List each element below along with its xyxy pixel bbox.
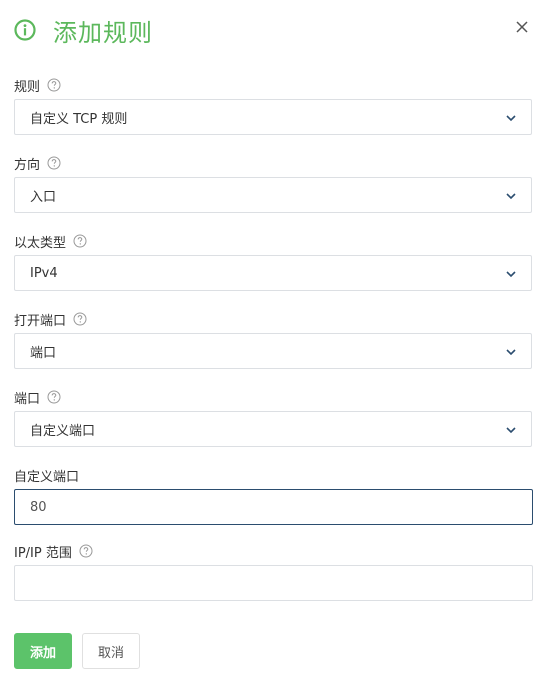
chevron-down-icon (506, 271, 516, 278)
chevron-down-icon (506, 427, 516, 434)
custom-port-input[interactable] (14, 489, 533, 525)
open-port-label-text: 打开端口 (14, 313, 67, 329)
info-circle-icon (14, 19, 36, 41)
port-label-text: 端口 (14, 391, 41, 407)
rule-select[interactable]: 自定义 TCP 规则 (14, 99, 532, 135)
help-icon[interactable] (47, 78, 61, 92)
custom-port-label-text: 自定义端口 (14, 469, 80, 485)
ethertype-label: 以太类型 (14, 232, 87, 251)
help-icon[interactable] (73, 234, 87, 248)
open-port-select[interactable]: 端口 (14, 333, 532, 369)
rule-select-value: 自定义 TCP 规则 (30, 111, 128, 127)
direction-label: 方向 (14, 154, 61, 173)
help-icon[interactable] (47, 156, 61, 170)
chevron-down-icon (506, 349, 516, 356)
ethertype-select-value: IPv4 (30, 265, 58, 281)
help-icon[interactable] (73, 312, 87, 326)
dialog-header: 添加规则 (14, 14, 153, 47)
open-port-label: 打开端口 (14, 310, 87, 329)
ethertype-select[interactable]: IPv4 (14, 255, 532, 291)
rule-label-text: 规则 (14, 79, 41, 95)
port-select[interactable]: 自定义端口 (14, 411, 532, 447)
ethertype-label-text: 以太类型 (14, 235, 67, 251)
add-button[interactable]: 添加 (14, 633, 72, 669)
ip-range-label-text: IP/IP 范围 (14, 545, 72, 561)
ip-range-input[interactable] (14, 565, 533, 601)
direction-label-text: 方向 (14, 157, 41, 173)
rule-label: 规则 (14, 76, 61, 95)
help-icon[interactable] (79, 544, 93, 558)
chevron-down-icon (506, 115, 516, 122)
port-label: 端口 (14, 388, 61, 407)
direction-select-value: 入口 (30, 189, 57, 205)
dialog-title: 添加规则 (53, 18, 153, 47)
chevron-down-icon (506, 193, 516, 200)
direction-select[interactable]: 入口 (14, 177, 532, 213)
cancel-button[interactable]: 取消 (82, 633, 140, 669)
custom-port-label: 自定义端口 (14, 466, 80, 485)
add-rule-dialog: 添加规则 规则 自定义 TCP 规则 方向 入口 以太类型 IPv4 打开端口 … (0, 0, 551, 684)
ip-range-label: IP/IP 范围 (14, 542, 93, 561)
close-icon[interactable] (515, 20, 529, 34)
help-icon[interactable] (47, 390, 61, 404)
open-port-select-value: 端口 (30, 345, 57, 361)
port-select-value: 自定义端口 (30, 423, 96, 439)
